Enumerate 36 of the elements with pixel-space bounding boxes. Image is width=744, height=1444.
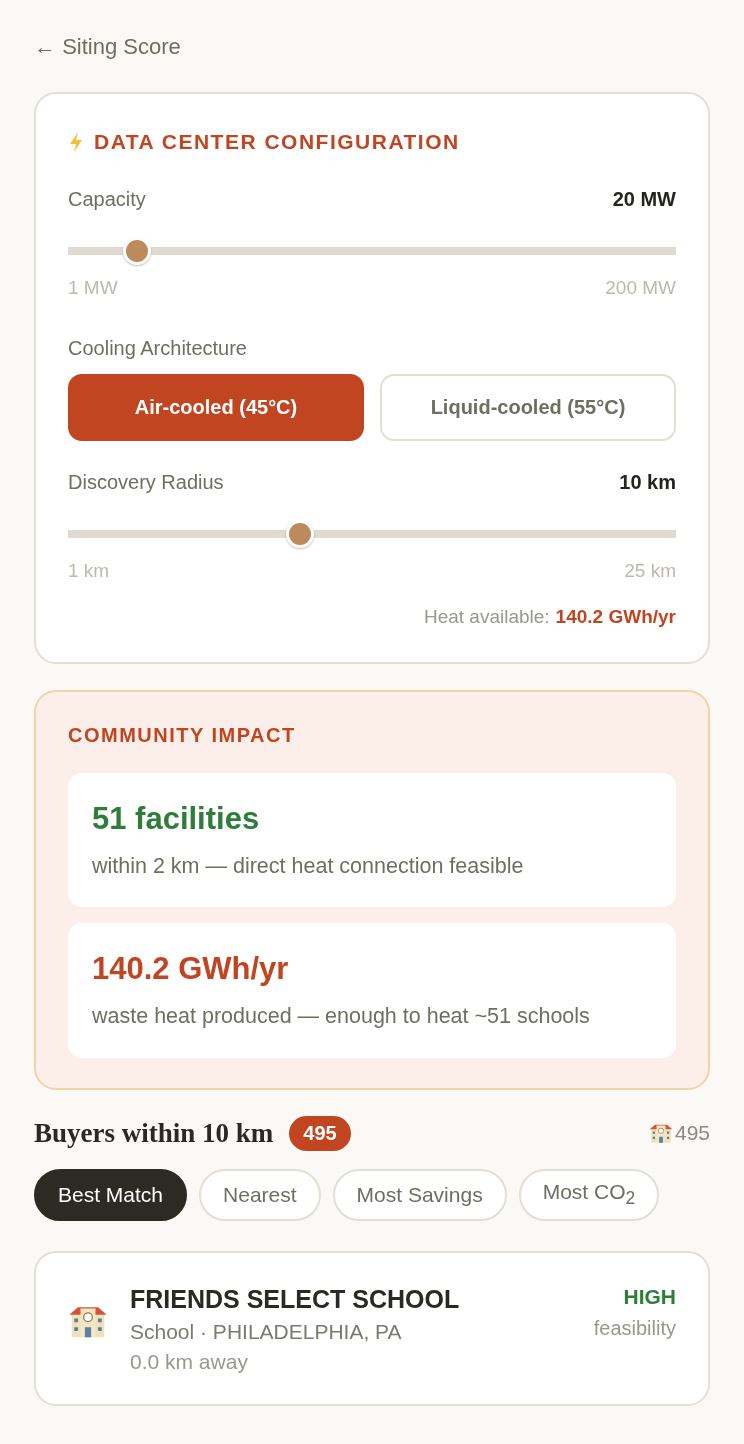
feasibility-rating: HIGH [623, 1284, 676, 1309]
sort-chip[interactable]: Most CO$_{2}$ [518, 1168, 660, 1221]
slider-value: 20 MW [612, 188, 676, 211]
slider-max-label: 25 km [624, 560, 676, 582]
stat-value: 51 facilities [92, 801, 261, 837]
slider-label: Discovery Radius [68, 471, 224, 494]
cooling-label: Cooling Architecture [68, 337, 247, 360]
slider-min-label: 1 MW [68, 277, 118, 299]
sort-chip[interactable]: Most Savings [332, 1168, 507, 1221]
back-link[interactable]: ← Siting Score [34, 34, 181, 60]
section-title: COMMUNITY IMPACT [68, 724, 297, 747]
cooling-option[interactable]: Air-cooled (45°C) [68, 374, 364, 441]
sort-chip[interactable]: Nearest [199, 1168, 321, 1221]
count-badge: 495 [289, 1115, 351, 1151]
slider-label: Capacity [68, 188, 146, 211]
feasibility-label: feasibility [593, 1316, 676, 1340]
heat-label: Heat available: [423, 606, 550, 628]
stat-value: 140.2 GWh/yr [92, 951, 290, 988]
section-title: DATA CENTER CONFIGURATION [94, 130, 460, 154]
school-count: 495 [674, 1121, 710, 1146]
buyer-distance: 0.0 km away [130, 1349, 249, 1374]
buyer-card[interactable]: FRIENDS SELECT SCHOOL School · PHILADELPHIA, PA 0.0 km away HIGH feasibility [34, 1250, 710, 1406]
buyers-heading: Buyers within 10 km [34, 1117, 274, 1149]
slider-max-label: 200 MW [605, 277, 676, 299]
heat-value: 140.2 GWh/yr [555, 606, 676, 628]
sort-chip[interactable]: Best Match [34, 1168, 188, 1221]
slider-min-label: 1 km [68, 560, 110, 582]
slider-thumb[interactable] [285, 520, 314, 548]
cooling-option[interactable]: Liquid-cooled (55°C) [380, 374, 676, 441]
lightning-icon [68, 131, 84, 153]
stat-description: waste heat produced — enough to heat ~51 schools [92, 1003, 591, 1031]
stat-description: within 2 km — direct heat connection feasible [92, 853, 525, 880]
buyer-details: School · PHILADELPHIA, PA [130, 1319, 403, 1344]
buyer-name: FRIENDS SELECT SCHOOL [130, 1284, 461, 1314]
slider-thumb[interactable] [123, 237, 152, 265]
slider-value: 10 km [619, 471, 676, 494]
